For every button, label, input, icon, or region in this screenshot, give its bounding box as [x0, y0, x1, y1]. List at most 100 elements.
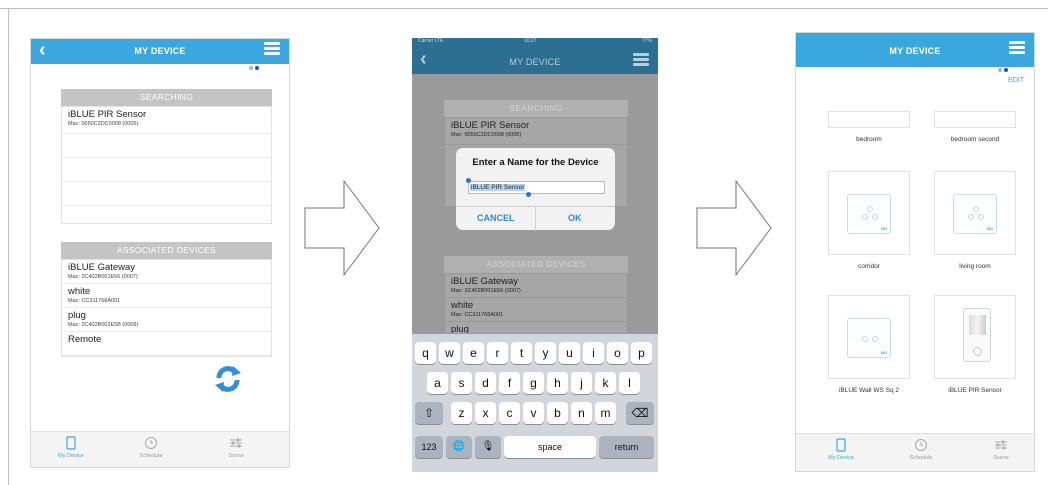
- room-image-empty: [934, 111, 1016, 128]
- hamburger-icon[interactable]: [264, 42, 280, 57]
- key[interactable]: s: [451, 372, 472, 394]
- badge: NO: [881, 350, 887, 355]
- tab-schedule[interactable]: Schedule: [121, 436, 181, 459]
- tab-scene[interactable]: Scene: [971, 438, 1031, 461]
- key[interactable]: n: [571, 402, 592, 424]
- key[interactable]: i: [583, 342, 604, 364]
- space-key[interactable]: space: [504, 436, 596, 458]
- shift-key[interactable]: ⇧: [415, 402, 443, 424]
- tab-label: Schedule: [909, 455, 933, 461]
- room-image: NO: [828, 171, 910, 255]
- device-mac: Mac: CC311768A001: [451, 312, 504, 318]
- tab-scene[interactable]: Scene: [206, 436, 266, 459]
- selection-handle-start[interactable]: [466, 178, 471, 183]
- app-header: ‹ MY DEVICE: [31, 39, 289, 70]
- badge: NO: [987, 226, 993, 231]
- key[interactable]: k: [595, 372, 616, 394]
- list-item[interactable]: iBLUE PIR Sensor Mac: 0050C2DC0008 (0005…: [62, 107, 271, 134]
- button-divider: [535, 207, 536, 231]
- right-arrow-icon: [696, 180, 772, 276]
- room-label: iBLUE Wall WS Sq 2: [838, 387, 900, 394]
- page-indicator-dots: [247, 57, 259, 75]
- hamburger-icon: [633, 53, 649, 68]
- associated-list: iBLUE Gateway Mac: 2C402B001E56 (0007) w…: [444, 273, 628, 334]
- key[interactable]: d: [475, 372, 496, 394]
- list-item[interactable]: Remote: [62, 332, 271, 356]
- key[interactable]: o: [607, 342, 628, 364]
- clock-icon: [915, 439, 927, 451]
- room-image: [934, 295, 1016, 379]
- list-item: white Mac: CC311768A001: [445, 298, 627, 322]
- globe-key[interactable]: 🌐: [446, 436, 472, 458]
- dialog-buttons: CANCEL OK: [456, 206, 615, 231]
- app-header: MY DEVICE: [796, 33, 1034, 72]
- key[interactable]: x: [475, 402, 496, 424]
- device-name: iBLUE Gateway: [451, 276, 519, 287]
- searching-list: iBLUE PIR Sensor Mac: 0050C2DC0008 (0005…: [61, 106, 272, 224]
- key[interactable]: m: [595, 402, 616, 424]
- badge: NO: [881, 226, 887, 231]
- tab-label: Schedule: [139, 453, 163, 459]
- app-header: ‹ MY DEVICE: [412, 46, 658, 81]
- room-tile[interactable]: NO iBLUE Wall WS Sq 2: [828, 295, 910, 394]
- rename-dialog: Enter a Name for the Device iBLUE PIR Se…: [456, 148, 615, 231]
- device-name-input[interactable]: iBLUE PIR Sensor: [468, 181, 605, 194]
- key[interactable]: c: [499, 402, 520, 424]
- device-mac: Mac: CC311768A001: [68, 298, 121, 304]
- dialog-title: Enter a Name for the Device: [472, 157, 599, 168]
- tab-my-device[interactable]: My Device: [811, 438, 871, 461]
- key[interactable]: p: [631, 342, 652, 364]
- hamburger-icon[interactable]: [1009, 41, 1025, 56]
- key[interactable]: q: [415, 342, 436, 364]
- switch-plate-icon: NO: [847, 318, 891, 358]
- selected-text: iBLUE PIR Sensor: [470, 184, 526, 191]
- page-title: MY DEVICE: [509, 57, 561, 67]
- status-time: 10:27: [524, 38, 537, 44]
- key[interactable]: e: [463, 342, 484, 364]
- frame-border-top: [0, 8, 1048, 9]
- return-key[interactable]: return: [599, 436, 654, 458]
- device-mac: Mac: 0050C2DC0008 (0005): [68, 121, 139, 127]
- key[interactable]: r: [487, 342, 508, 364]
- key[interactable]: b: [547, 402, 568, 424]
- refresh-icon[interactable]: [211, 362, 245, 396]
- key[interactable]: h: [547, 372, 568, 394]
- room-tile[interactable]: bedroom: [828, 111, 910, 143]
- battery-text: 77%: [641, 38, 652, 44]
- list-item[interactable]: white Mac: CC311768A001: [62, 284, 271, 308]
- room-tile[interactable]: iBLUE PIR Sensor: [934, 295, 1016, 394]
- key[interactable]: a: [427, 372, 448, 394]
- key[interactable]: y: [535, 342, 556, 364]
- numbers-key[interactable]: 123: [415, 436, 443, 458]
- key[interactable]: g: [523, 372, 544, 394]
- ok-button[interactable]: OK: [568, 213, 582, 223]
- key[interactable]: z: [451, 402, 472, 424]
- onscreen-keyboard: q w e r t y u i o p a s d f g h j k l ⇧ …: [412, 334, 658, 472]
- room-tile[interactable]: NO living room: [934, 171, 1016, 270]
- key[interactable]: f: [499, 372, 520, 394]
- edit-button[interactable]: EDIT: [1008, 77, 1024, 84]
- delete-key[interactable]: ⌫: [626, 402, 654, 424]
- associated-list: iBLUE Gateway Mac: 2C402B001E56 (0007) w…: [61, 259, 272, 357]
- associated-heading: ASSOCIATED DEVICES: [444, 256, 628, 273]
- clock-icon: [145, 437, 157, 449]
- switch-plate-icon: NO: [847, 194, 891, 234]
- cancel-button[interactable]: CANCEL: [477, 213, 515, 223]
- page: ‹ MY DEVICE SEARCHING iBLUE PIR Sensor M…: [0, 0, 1048, 485]
- room-tile[interactable]: bedroom second: [934, 111, 1016, 143]
- room-tile[interactable]: NO corridor: [828, 171, 910, 270]
- device-mac: Mac: 2C402B001E56 (0007): [68, 274, 138, 280]
- key[interactable]: l: [619, 372, 640, 394]
- selection-handle-end[interactable]: [526, 192, 531, 197]
- mic-key[interactable]: 🎙: [475, 436, 501, 458]
- tab-my-device[interactable]: My Device: [41, 436, 101, 459]
- tab-schedule[interactable]: Schedule: [891, 438, 951, 461]
- key[interactable]: v: [523, 402, 544, 424]
- empty-row: [62, 134, 271, 158]
- key[interactable]: w: [439, 342, 460, 364]
- key[interactable]: u: [559, 342, 580, 364]
- key[interactable]: t: [511, 342, 532, 364]
- key[interactable]: j: [571, 372, 592, 394]
- list-item[interactable]: plug Mac: 2C402B002E5B (0009): [62, 308, 271, 332]
- list-item[interactable]: iBLUE Gateway Mac: 2C402B001E56 (0007): [62, 260, 271, 284]
